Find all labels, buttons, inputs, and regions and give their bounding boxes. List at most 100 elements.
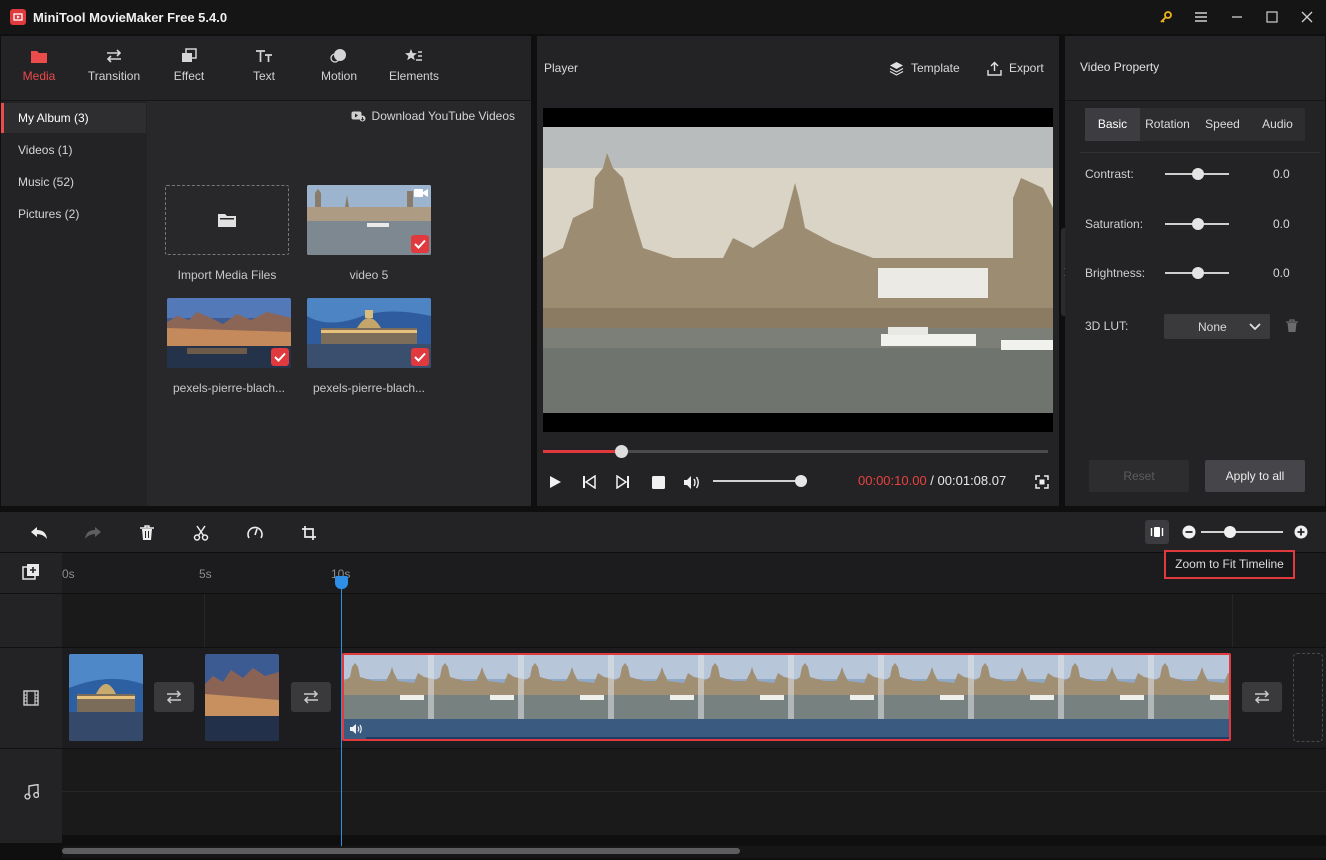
time-separator: / [926,473,938,488]
album-sidebar: My Album (3) Videos (1) Music (52) Pictu… [1,101,146,506]
tab-effect[interactable]: Effect [151,36,227,100]
player-header: Player Template Export [537,36,1059,100]
brightness-handle[interactable] [1192,267,1204,279]
sidebar-item-music[interactable]: Music (52) [1,167,146,197]
redo-button[interactable] [82,522,104,544]
app-title: MiniTool MovieMaker Free 5.4.0 [33,9,228,25]
undo-icon [31,527,47,539]
zoom-handle[interactable] [1224,526,1236,538]
text-icon [256,50,272,62]
zoom-slider[interactable] [1201,531,1283,533]
elements-icon [405,49,422,61]
clip-audio-bar [344,719,1229,739]
add-track-icon [22,564,39,580]
zoom-to-fit-button[interactable] [1145,520,1169,544]
ruler-label-0s: 0s [62,567,75,581]
playhead-handle[interactable] [335,576,348,589]
apply-to-all-button[interactable]: Apply to all [1205,460,1305,492]
media-item-video-5[interactable] [307,185,431,255]
media-item-pexels-2[interactable] [307,298,431,368]
motion-icon [330,49,346,63]
timeline-scrollbar-thumb[interactable] [62,848,740,854]
delete-lut-button[interactable] [1285,319,1299,336]
title-bar: MiniTool MovieMaker Free 5.4.0 [0,0,1326,34]
time-display: 00:00:10.00 / 00:01:08.07 [858,473,1006,488]
progress-fill [543,450,622,453]
key-icon[interactable] [1149,0,1183,34]
saturation-value: 0.0 [1273,217,1290,231]
volume-handle[interactable] [795,475,808,487]
timeline-clip-pexels-2[interactable] [69,654,143,741]
export-button[interactable]: Export [987,61,1044,76]
saturation-handle[interactable] [1192,218,1204,230]
tab-text-label: Text [252,69,275,83]
tab-speed[interactable]: Speed [1195,108,1250,141]
zoom-out-button[interactable] [1182,525,1196,542]
volume-button[interactable] [681,472,703,492]
selected-check-icon [411,235,429,253]
timeline-clip-pexels-1[interactable] [205,654,279,741]
zoom-in-button[interactable] [1294,525,1308,542]
contrast-label: Contrast: [1085,167,1134,181]
tab-media[interactable]: Media [1,36,77,100]
lut-label: 3D LUT: [1085,319,1129,333]
selected-check-icon [271,348,289,366]
volume-slider[interactable] [713,480,807,482]
saturation-label: Saturation: [1085,217,1144,231]
tab-transition[interactable]: Transition [76,36,152,100]
tab-effect-label: Effect [173,69,205,83]
add-track-button[interactable] [22,563,40,584]
timeline-ruler[interactable]: 0s 5s 10s [62,553,1326,593]
template-button[interactable]: Template [889,61,960,76]
tab-elements[interactable]: Elements [376,36,452,100]
zoom-to-fit-tooltip: Zoom to Fit Timeline [1164,550,1295,579]
speed-button[interactable] [244,522,266,544]
tab-motion[interactable]: Motion [301,36,377,100]
contrast-handle[interactable] [1192,168,1204,180]
undo-button[interactable] [28,522,50,544]
crop-button[interactable] [298,522,320,544]
transition-arrows-icon [1254,690,1270,704]
video-preview [543,108,1053,432]
sidebar-item-pictures[interactable]: Pictures (2) [1,199,146,229]
empty-clip-slot[interactable] [1293,653,1323,742]
tab-audio[interactable]: Audio [1250,108,1305,141]
tab-rotation[interactable]: Rotation [1140,108,1195,141]
media-item-pexels-1[interactable] [167,298,291,368]
split-button[interactable] [190,522,212,544]
menu-icon[interactable] [1184,0,1218,34]
progress-handle[interactable] [615,445,629,458]
delete-button[interactable] [136,522,158,544]
minimize-icon[interactable] [1220,0,1254,34]
play-button[interactable] [544,472,566,492]
next-frame-button[interactable] [612,472,634,492]
ruler-label-5s: 5s [199,567,212,581]
fullscreen-button[interactable] [1031,472,1053,492]
transition-slot[interactable] [154,682,194,712]
stop-button[interactable] [647,472,669,492]
previous-frame-button[interactable] [578,472,600,492]
playhead-line [341,585,342,847]
lut-select[interactable]: None [1164,314,1270,339]
transition-slot[interactable] [1242,682,1282,712]
export-label: Export [1009,61,1044,75]
sidebar-item-my-album[interactable]: My Album (3) [1,103,146,133]
tab-text[interactable]: Text [226,36,302,100]
layers-icon [889,61,904,76]
property-title: Video Property [1080,60,1160,74]
transition-arrows-icon [106,49,122,63]
reset-button[interactable]: Reset [1089,460,1189,492]
media-caption-pexels-1: pexels-pierre-blach... [172,381,286,395]
tab-transition-label: Transition [87,69,141,83]
close-icon[interactable] [1290,0,1324,34]
maximize-icon[interactable] [1255,0,1289,34]
transition-slot[interactable] [291,682,331,712]
import-media-button[interactable] [165,185,289,255]
download-youtube-link[interactable]: Download YouTube Videos [351,109,515,123]
timeline-clip-video-5[interactable] [342,653,1231,741]
brightness-value: 0.0 [1273,266,1290,280]
tab-basic[interactable]: Basic [1085,108,1140,141]
divider [0,748,1326,749]
divider [1080,152,1320,153]
sidebar-item-videos[interactable]: Videos (1) [1,135,146,165]
